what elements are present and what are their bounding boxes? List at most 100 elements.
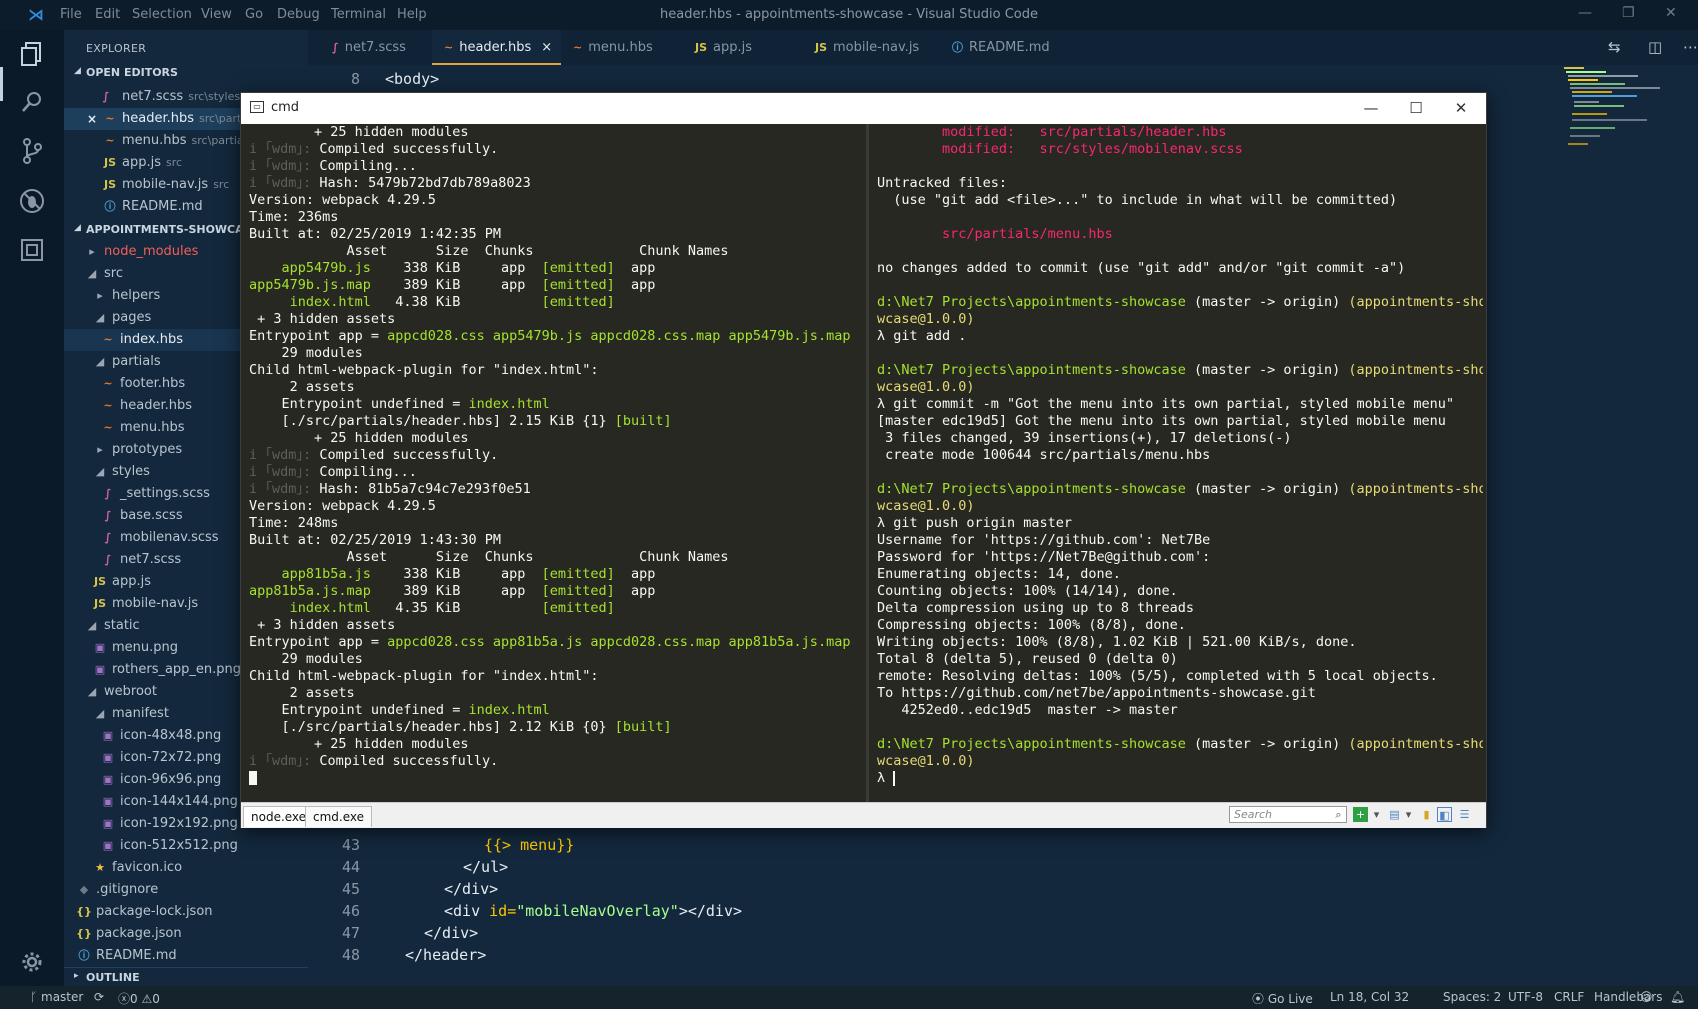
open-editor-path: src\styles: [188, 90, 241, 103]
minimap[interactable]: [1562, 65, 1692, 175]
tab-net7-scss[interactable]: ∫ net7.scss: [322, 30, 422, 65]
cmd-bottom-bar: node.exe cmd.exe Search ⌕ + ▾ ▤ ▾ ▮ ◧ ☰: [241, 802, 1486, 828]
cmd-title-bar[interactable]: ▭ cmd — ☐ ✕: [241, 93, 1486, 124]
menu-icon[interactable]: ☰: [1457, 807, 1472, 822]
problems-status[interactable]: ⓧ0 ⚠0: [118, 990, 160, 1007]
git-icon: ◆: [79, 883, 89, 896]
source-control-icon[interactable]: [18, 137, 46, 165]
debug-icon[interactable]: [18, 187, 46, 215]
settings-gear-icon[interactable]: [18, 948, 46, 976]
git-branch-icon: ᚴ: [30, 990, 42, 1004]
search-icon[interactable]: ⌕: [1331, 807, 1346, 822]
hbs-icon: ~: [444, 41, 454, 54]
tab-close-icon[interactable]: ×: [541, 40, 552, 55]
more-actions-icon[interactable]: ⋯: [1683, 38, 1698, 56]
tree-item-label: manifest: [112, 706, 169, 721]
tree-file[interactable]: {} package-lock.json: [64, 901, 308, 923]
explorer-icon[interactable]: [18, 40, 46, 68]
image-icon: ▣: [102, 795, 114, 808]
scss-icon: ∫: [102, 90, 110, 103]
tab-header-hbs[interactable]: ~ header.hbs ×: [432, 30, 561, 65]
cmd-window[interactable]: ▭ cmd — ☐ ✕ + 25 hidden modules i ｢wdm｣:…: [240, 92, 1487, 828]
minimize-icon[interactable]: —: [1578, 5, 1592, 21]
tree-file[interactable]: ★ favicon.ico: [64, 857, 308, 879]
open-editor-name: mobile-nav.js: [122, 177, 209, 192]
open-changes-icon[interactable]: ⇆: [1608, 38, 1621, 56]
tree-item-label: package-lock.json: [96, 904, 213, 919]
chevron-down-icon[interactable]: ▾: [1369, 807, 1384, 822]
code-token: </ul>: [463, 858, 509, 876]
maximize-icon[interactable]: ❐: [1622, 5, 1635, 21]
chevron-right-icon: ▸: [97, 443, 103, 456]
indentation-status[interactable]: Spaces: 2: [1443, 990, 1501, 1004]
active-indicator: [0, 67, 3, 101]
sync-icon[interactable]: ⟳: [94, 990, 104, 1004]
tree-item-label: header.hbs: [120, 398, 193, 413]
encoding-status[interactable]: UTF-8: [1508, 990, 1543, 1004]
lock-icon[interactable]: ▮: [1419, 807, 1434, 822]
cmd-maximize-icon[interactable]: ☐: [1396, 96, 1436, 120]
tab-app-js[interactable]: JS app.js: [673, 30, 795, 65]
open-editor-name: menu.hbs: [122, 133, 187, 148]
left-terminal-pane[interactable]: + 25 hidden modules i ｢wdm｣: Compiled su…: [249, 124, 865, 802]
search-icon[interactable]: [18, 88, 46, 116]
chevron-right-icon: ▸: [97, 289, 103, 302]
tree-file[interactable]: ▣ icon-512x512.png: [64, 835, 308, 857]
code-line: </header>: [405, 946, 486, 964]
cursor-position[interactable]: Ln 18, Col 32: [1330, 990, 1409, 1004]
feedback-smiley-icon[interactable]: ☺: [1640, 990, 1653, 1004]
code-line: {{> menu}}: [484, 836, 574, 854]
console-tab-cmd[interactable]: cmd.exe: [305, 806, 373, 827]
chevron-down-icon[interactable]: ▾: [1401, 807, 1416, 822]
code-token: </div>: [444, 880, 499, 898]
branch-status[interactable]: ᚴ master: [30, 990, 83, 1004]
js-icon: JS: [93, 597, 106, 610]
console-search-input[interactable]: Search: [1229, 806, 1347, 823]
tree-item-label: footer.hbs: [120, 376, 186, 391]
open-editors-section[interactable]: ◢ OPEN EDITORS: [64, 63, 308, 83]
window-title: header.hbs - appointments-showcase - Vis…: [660, 7, 1038, 22]
warning-icon: ⚠: [141, 992, 153, 1006]
code-line: <div id="mobileNavOverlay"></div>: [444, 902, 742, 920]
cmd-close-icon[interactable]: ✕: [1441, 96, 1481, 120]
split-view-icon[interactable]: ◧: [1437, 807, 1452, 822]
tree-item-label: base.scss: [120, 508, 183, 523]
tree-file[interactable]: {} package.json: [64, 923, 308, 945]
image-icon: ▣: [102, 817, 114, 830]
branch-label: master: [41, 990, 84, 1004]
outline-section[interactable]: ▸ OUTLINE: [64, 967, 308, 988]
go-live-button[interactable]: ⦿ Go Live: [1252, 990, 1313, 1007]
new-console-icon[interactable]: +: [1353, 807, 1368, 822]
console-tab-node[interactable]: node.exe: [243, 806, 315, 827]
extensions-icon[interactable]: [18, 236, 46, 264]
pane-divider[interactable]: [866, 124, 869, 802]
eol-status[interactable]: CRLF: [1554, 990, 1584, 1004]
tab-menu-hbs[interactable]: ~ menu.hbs: [561, 30, 673, 65]
tree-item-label: net7.scss: [120, 552, 182, 567]
open-editor-path: src: [166, 156, 183, 169]
notifications-bell-icon[interactable]: 🔔︎: [1670, 990, 1685, 1004]
image-icon: ▣: [94, 641, 106, 654]
close-icon[interactable]: ✕: [1665, 5, 1677, 21]
chevron-down-icon: ◢: [87, 267, 97, 280]
right-terminal-pane[interactable]: modified: src/partials/header.hbs modifi…: [877, 124, 1483, 802]
image-icon: ▣: [94, 663, 106, 676]
tab-readme-md[interactable]: ⓘ README.md: [930, 30, 1070, 65]
split-editor-icon[interactable]: ◫: [1648, 38, 1662, 56]
tree-file[interactable]: ⓘ README.md: [64, 945, 308, 967]
code-line: </div>: [424, 924, 478, 942]
tree-item-label: app.js: [112, 574, 151, 589]
tab-label: mobile-nav.js: [833, 40, 920, 55]
close-icon[interactable]: ×: [84, 108, 100, 130]
chevron-down-icon: ◢: [95, 355, 105, 368]
info-icon: ⓘ: [952, 41, 963, 54]
tree-file[interactable]: ◆ .gitignore: [64, 879, 308, 901]
line-number: 43: [341, 836, 360, 854]
tree-item-label: icon-512x512.png: [120, 838, 238, 853]
status-bar: ᚴ master ⟳ ⓧ0 ⚠0 ⦿ Go Live Ln 18, Col 32…: [0, 986, 1698, 1009]
view-icon[interactable]: ▤: [1387, 807, 1402, 822]
cmd-minimize-icon[interactable]: —: [1351, 96, 1391, 120]
tab-mobile-nav-js[interactable]: JS mobile-nav.js: [795, 30, 930, 65]
line-number: 48: [341, 946, 360, 964]
chevron-right-icon: ▸: [89, 245, 95, 258]
